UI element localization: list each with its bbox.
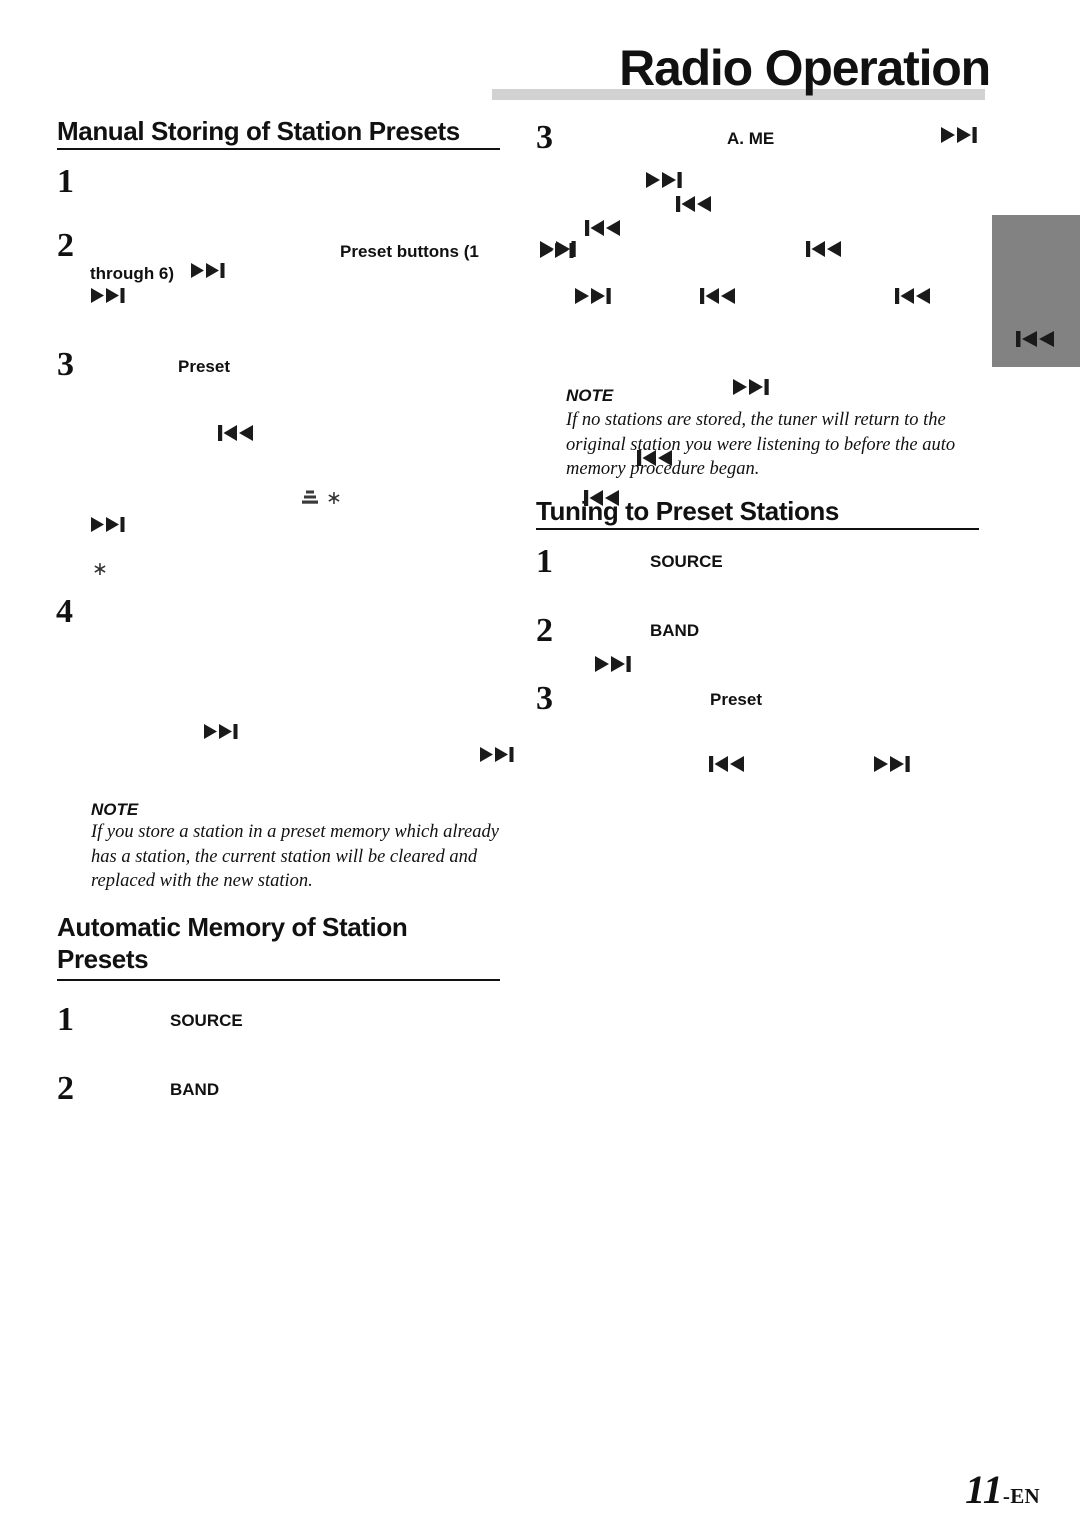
keyword-source: SOURCE <box>650 552 723 571</box>
next-track-icon <box>91 288 125 303</box>
keyword-source: SOURCE <box>170 1011 243 1030</box>
step-number: 3 <box>57 346 74 383</box>
section-rule-manual-storing <box>57 148 500 150</box>
note-line: memory procedure began. <box>566 459 760 480</box>
note-line: If you store a station in a preset memor… <box>91 822 499 842</box>
prev-track-icon <box>218 425 255 441</box>
step-number: 1 <box>57 163 74 200</box>
next-track-icon <box>575 288 611 304</box>
step-number: 2 <box>57 1070 74 1107</box>
section-heading-manual-storing: Manual Storing of Station Presets <box>57 116 460 146</box>
prev-track-icon <box>1016 330 1056 348</box>
note-line: original station you were listening to b… <box>566 434 956 455</box>
keyword-preset: Preset <box>178 357 230 376</box>
step-number: 2 <box>57 227 74 264</box>
folio-number: 11 <box>965 1467 1003 1512</box>
note-line: has a station, the current station will … <box>91 846 478 867</box>
next-track-icon <box>480 747 514 762</box>
prev-track-icon <box>895 288 932 304</box>
section-heading-automatic-memory: Automatic Memory of Station Presets <box>57 912 487 975</box>
section-heading-line2: Presets <box>57 943 149 974</box>
keyword-a-me: A. ME <box>727 129 775 148</box>
prev-track-icon <box>584 490 621 506</box>
step-number: 3 <box>536 680 553 717</box>
next-track-icon <box>204 724 238 739</box>
prev-track-icon <box>709 756 746 772</box>
next-track-icon <box>874 756 910 772</box>
next-track-icon <box>191 263 225 278</box>
step-number: 4 <box>56 593 73 630</box>
note-line: replaced with the new station. <box>91 871 313 892</box>
keyword-band: BAND <box>650 621 700 640</box>
prev-track-icon <box>700 288 737 304</box>
note-body: If no stations are stored, the tuner wil… <box>566 408 986 482</box>
step-number: 3 <box>536 119 553 156</box>
step-number: 1 <box>536 543 553 580</box>
chapter-thumb-tab <box>992 215 1080 367</box>
prev-track-icon <box>676 196 713 212</box>
page-title: Radio Operation <box>619 40 991 96</box>
keyword-band: BAND <box>170 1080 220 1099</box>
prev-track-icon <box>585 220 622 236</box>
list-glyph-icon <box>302 490 318 512</box>
prev-track-icon <box>806 241 843 257</box>
keyword-through-6: through 6) <box>90 264 175 283</box>
next-track-icon <box>733 379 769 395</box>
step-number: 1 <box>57 1001 74 1038</box>
note-label: NOTE <box>91 800 139 819</box>
note-line: If no stations are stored, the tuner wil… <box>566 410 946 430</box>
note-label: NOTE <box>566 386 614 405</box>
folio-suffix: -EN <box>1002 1484 1040 1508</box>
step-number: 2 <box>536 612 553 649</box>
prev-track-icon <box>637 450 674 466</box>
note-body: If you store a station in a preset memor… <box>91 820 511 894</box>
next-track-icon <box>941 127 977 143</box>
section-rule-tuning-presets <box>536 528 979 530</box>
next-track-icon <box>540 241 576 257</box>
page-folio: 11-EN <box>0 1466 1040 1513</box>
section-heading-line1: Automatic Memory of Station <box>57 912 408 942</box>
manual-page: Radio Operation Manual Storing of Statio… <box>0 0 1080 1526</box>
footnote-asterisk: ∗ <box>326 488 342 509</box>
next-track-icon <box>91 517 125 532</box>
next-track-icon <box>595 656 631 672</box>
keyword-preset-buttons: Preset buttons (1 <box>340 242 479 261</box>
keyword-preset: Preset <box>710 690 762 709</box>
next-track-icon <box>646 172 682 188</box>
footnote-asterisk: ∗ <box>92 559 108 580</box>
section-rule-automatic-memory <box>57 979 500 981</box>
